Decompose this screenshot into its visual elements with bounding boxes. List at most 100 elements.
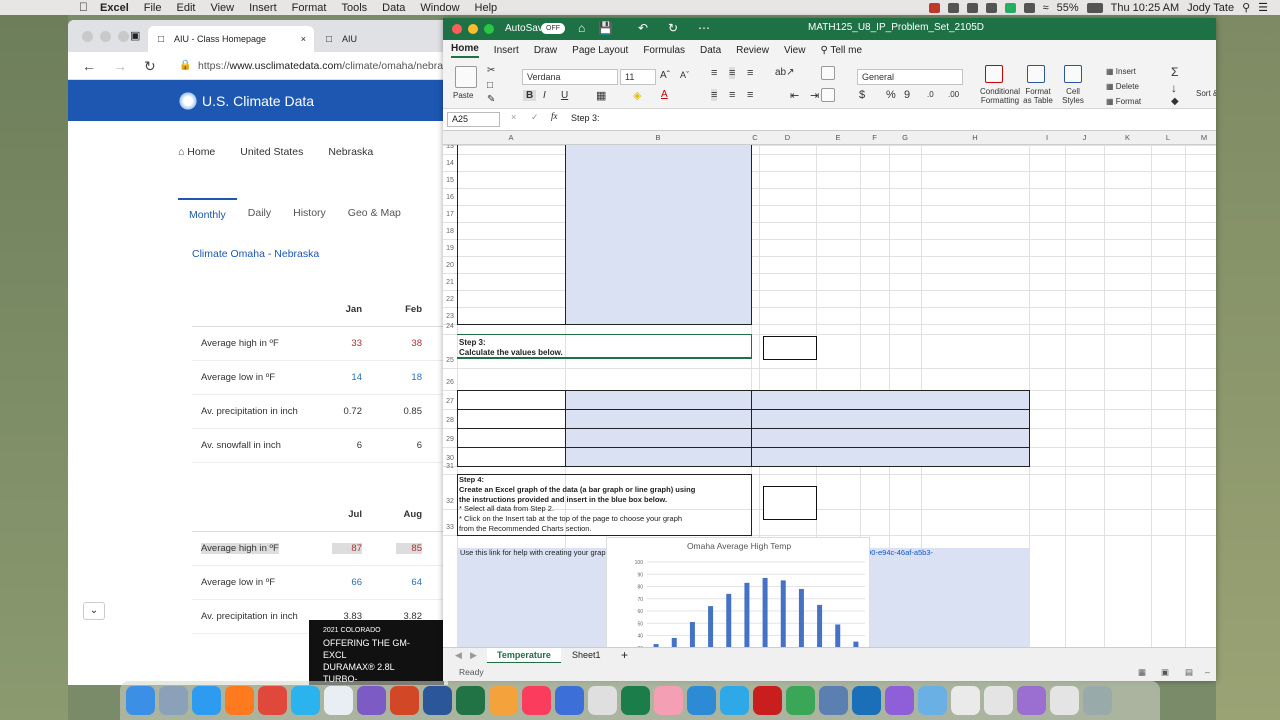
cell-value[interactable] [566, 256, 751, 273]
page-layout-icon[interactable]: ▣ [1161, 663, 1169, 681]
dock-teams-icon[interactable] [555, 686, 584, 715]
next-sheet-icon[interactable]: ▶ [470, 650, 477, 661]
dock-preview-icon[interactable] [819, 686, 848, 715]
url-field[interactable]: 🔒 https://www.usclimatedata.com/climate/… [171, 56, 448, 76]
grow-font-icon[interactable]: Aˆ [660, 70, 670, 81]
indent-decrease-icon[interactable]: ⇤ [790, 89, 799, 102]
format-cells-button[interactable]: ▦ Format [1106, 97, 1141, 106]
tab-aiu[interactable]: □ AIU [316, 26, 446, 52]
prev-sheet-icon[interactable]: ◀ [455, 650, 462, 661]
increase-decimal-icon[interactable]: .0 [927, 90, 934, 99]
dock-onenote-icon[interactable] [357, 686, 386, 715]
tab-draw[interactable]: Draw [534, 45, 557, 56]
menu-file[interactable]: File [144, 2, 162, 14]
column-header[interactable]: K [1104, 133, 1151, 142]
align-middle-icon[interactable]: ≡ [729, 67, 736, 79]
column-header[interactable]: H [921, 133, 1029, 142]
cell-value[interactable] [566, 290, 751, 307]
back-icon[interactable]: ← [82, 58, 96, 74]
battery-icon[interactable] [1086, 2, 1103, 13]
copy-icon[interactable]: □ [487, 80, 493, 91]
column-header[interactable]: F [860, 133, 889, 142]
dock-word-icon[interactable] [423, 686, 452, 715]
currency-icon[interactable]: $ [859, 89, 865, 101]
add-sheet-icon[interactable]: + [621, 648, 628, 662]
app-menu[interactable]: Excel [100, 2, 129, 14]
dock-finder-icon[interactable] [126, 686, 155, 715]
dock-s-app-icon[interactable] [687, 686, 716, 715]
wrap-text-icon[interactable] [821, 66, 835, 80]
dock-files-icon[interactable] [1050, 686, 1079, 715]
dock-numbers-icon[interactable] [786, 686, 815, 715]
fill-icon[interactable]: ↓ [1171, 81, 1177, 95]
dock-music-icon[interactable] [522, 686, 551, 715]
dock-quicktime-icon[interactable] [852, 686, 881, 715]
dock-podcasts-icon[interactable] [885, 686, 914, 715]
align-left-icon[interactable]: ≡ [711, 89, 718, 101]
format-painter-icon[interactable]: ✎ [487, 94, 495, 105]
more-icon[interactable]: ⋯ [698, 21, 710, 35]
orientation-icon[interactable]: ab↗ [775, 67, 795, 78]
indent-increase-icon[interactable]: ⇥ [810, 89, 819, 102]
dock-photos-icon[interactable] [654, 686, 683, 715]
dock-time-machine-icon[interactable] [621, 686, 650, 715]
align-right-icon[interactable]: ≡ [747, 89, 753, 101]
wifi-icon[interactable]: ≈ [1043, 2, 1049, 14]
column-header[interactable]: D [759, 133, 816, 142]
column-header[interactable]: I [1029, 133, 1065, 142]
tab-daily[interactable]: Daily [237, 198, 282, 230]
merge-icon[interactable] [821, 88, 835, 102]
tray-icon[interactable] [966, 2, 978, 13]
menu-help[interactable]: Help [475, 2, 498, 14]
cell-work[interactable] [752, 447, 1029, 466]
cell-work[interactable] [752, 428, 1029, 447]
dock-trash-icon[interactable] [1083, 686, 1112, 715]
dock-files-icon[interactable] [1017, 686, 1046, 715]
close-dot[interactable] [82, 31, 93, 42]
column-header[interactable]: L [1151, 133, 1185, 142]
column-header[interactable]: M [1185, 133, 1216, 142]
cell-value[interactable] [566, 145, 751, 154]
dock-files-icon[interactable] [951, 686, 980, 715]
tab-history[interactable]: History [282, 198, 337, 230]
minimize-dot[interactable] [468, 24, 478, 34]
dock-safari-icon[interactable] [192, 686, 221, 715]
tray-icon[interactable] [1004, 2, 1016, 13]
cell-points[interactable] [763, 486, 817, 520]
cell-value[interactable] [566, 188, 751, 205]
cell-stat-value[interactable] [566, 428, 751, 447]
cut-icon[interactable]: ✂ [487, 65, 495, 76]
cell-styles-icon[interactable] [1064, 65, 1082, 83]
ad-banner[interactable]: 2021 COLORADO OFFERING THE GM-EXCL DURAM… [309, 620, 444, 685]
tray-icon[interactable] [947, 2, 959, 13]
menu-insert[interactable]: Insert [249, 2, 277, 14]
column-header[interactable]: E [816, 133, 860, 142]
minimize-dot[interactable] [100, 31, 111, 42]
column-header[interactable]: A [457, 133, 565, 142]
reload-icon[interactable]: ↻ [144, 58, 156, 75]
font-color-icon[interactable]: A [661, 89, 668, 100]
cell-stat-value[interactable] [566, 390, 751, 409]
conditional-formatting-icon[interactable] [985, 65, 1003, 83]
paste-icon[interactable] [455, 66, 477, 88]
apple-icon[interactable]:  [79, 0, 88, 14]
align-center-icon[interactable]: ≡ [729, 89, 735, 101]
sidebar-icon[interactable]: ▣ [130, 29, 140, 42]
tab-formulas[interactable]: Formulas [643, 45, 685, 56]
underline-icon[interactable]: U [561, 90, 568, 101]
decrease-decimal-icon[interactable]: .00 [948, 90, 959, 99]
tab-insert[interactable]: Insert [494, 45, 519, 56]
cell-work[interactable] [752, 390, 1029, 409]
save-icon[interactable]: 💾 [598, 21, 613, 35]
align-bottom-icon[interactable]: ≡ [747, 67, 753, 79]
chevron-down-icon[interactable]: ⌄ [83, 602, 105, 620]
cell-stat-value[interactable] [566, 409, 751, 428]
tray-icon[interactable] [1023, 2, 1035, 13]
name-box[interactable]: A25 [447, 112, 500, 127]
format-as-table-icon[interactable] [1027, 65, 1045, 83]
sheet-tab-sheet1[interactable]: Sheet1 [572, 650, 601, 660]
normal-view-icon[interactable]: ▦ [1138, 663, 1146, 681]
cell-stat-value[interactable] [566, 447, 751, 466]
menu-tools[interactable]: Tools [341, 2, 367, 14]
dock-help-icon[interactable] [588, 686, 617, 715]
